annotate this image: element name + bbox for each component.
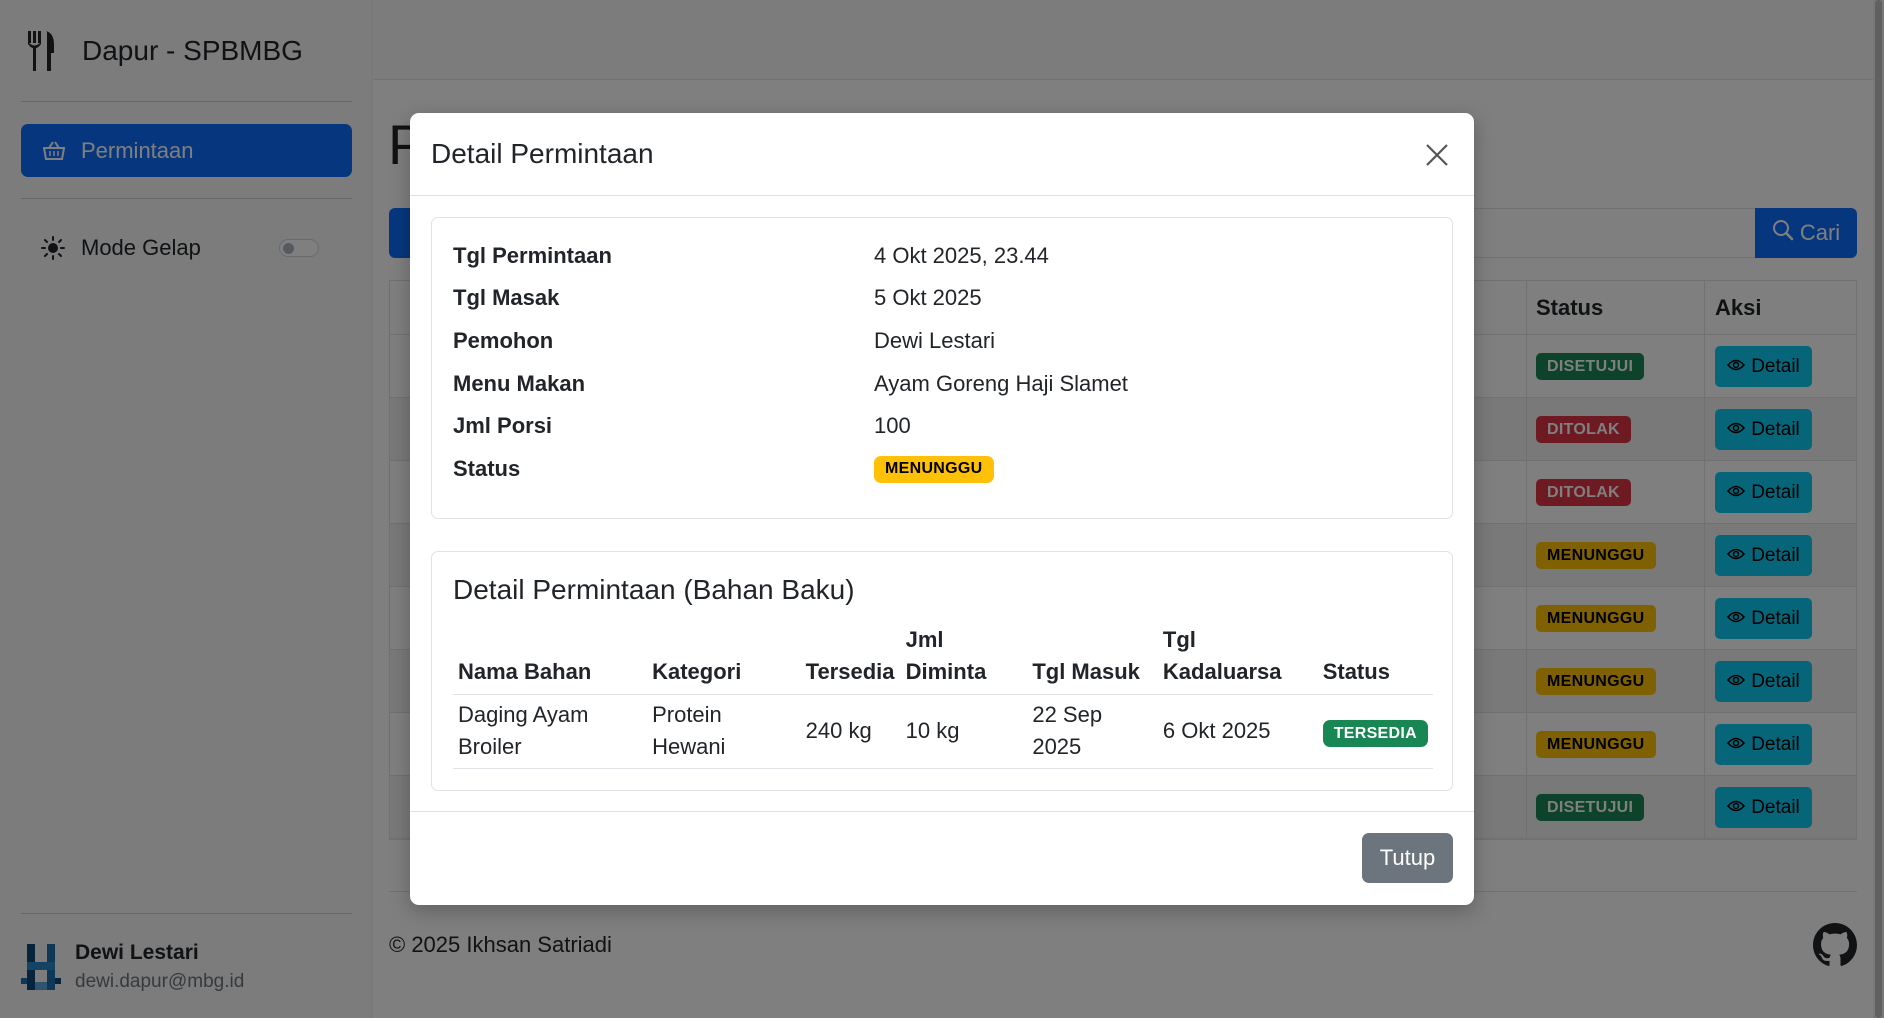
info-value: 5 Okt 2025 [874, 285, 982, 310]
info-label: Tgl Permintaan [453, 243, 612, 268]
info-value: 100 [874, 413, 911, 438]
info-label: Jml Porsi [453, 413, 553, 438]
table-row: Daging Ayam Broiler Protein Hewani 240 k… [453, 694, 1433, 769]
info-value: Dewi Lestari [874, 328, 996, 353]
status-badge: TERSEDIA [1322, 720, 1428, 748]
status-badge: MENUNGGU [874, 455, 994, 483]
info-value: Ayam Goreng Haji Slamet [874, 371, 1128, 396]
cell-kadaluarsa: 6 Okt 2025 [1157, 694, 1318, 769]
column-header-kategori: Kategori [647, 616, 801, 695]
cell-nama: Daging Ayam Broiler [453, 694, 648, 769]
column-header-status: Status [1317, 616, 1433, 695]
cell-tersedia: 240 kg [800, 694, 901, 769]
bahan-card-title: Detail Permintaan (Bahan Baku) [453, 574, 855, 605]
modal-title: Detail Permintaan [431, 138, 654, 169]
info-label: Tgl Masak [453, 285, 560, 310]
cell-kategori: Protein Hewani [647, 694, 801, 769]
modal-footer: Tutup [410, 811, 1474, 905]
cell-masuk: 22 Sep 2025 [1027, 694, 1158, 769]
info-label: Pemohon [453, 328, 554, 353]
table-header-row: Nama Bahan Kategori Tersedia Jml Diminta… [453, 616, 1433, 695]
info-row-status: Status MENUNGGU [453, 454, 994, 484]
info-row-pemohon: Pemohon Dewi Lestari [453, 326, 995, 356]
modal-header: Detail Permintaan [410, 113, 1474, 196]
info-row-tgl-permintaan: Tgl Permintaan 4 Okt 2025, 23.44 [453, 241, 1049, 271]
detail-modal: Detail Permintaan Tgl Permintaan 4 Okt 2… [410, 113, 1474, 905]
info-value: 4 Okt 2025, 23.44 [874, 243, 1049, 268]
column-header-tersedia: Tersedia [800, 616, 901, 695]
close-icon[interactable] [1422, 140, 1452, 170]
info-label: Menu Makan [453, 371, 586, 396]
close-button[interactable]: Tutup [1362, 833, 1453, 883]
info-row-tgl-masak: Tgl Masak 5 Okt 2025 [453, 283, 982, 313]
bahan-card: Detail Permintaan (Bahan Baku) Nama Baha… [431, 551, 1453, 791]
info-row-porsi: Jml Porsi 100 [453, 411, 911, 441]
column-header-masuk: Tgl Masuk [1027, 616, 1158, 695]
info-label: Status [453, 456, 521, 481]
column-header-nama: Nama Bahan [453, 616, 648, 695]
column-header-kadaluarsa: Tgl Kadaluarsa [1157, 616, 1318, 695]
bahan-table: Nama Bahan Kategori Tersedia Jml Diminta… [453, 616, 1433, 769]
cell-diminta: 10 kg [900, 694, 1028, 769]
info-card: Tgl Permintaan 4 Okt 2025, 23.44 Tgl Mas… [431, 217, 1453, 519]
column-header-diminta: Jml Diminta [900, 616, 1028, 695]
info-row-menu: Menu Makan Ayam Goreng Haji Slamet [453, 369, 1128, 399]
cell-status: TERSEDIA [1317, 694, 1433, 769]
